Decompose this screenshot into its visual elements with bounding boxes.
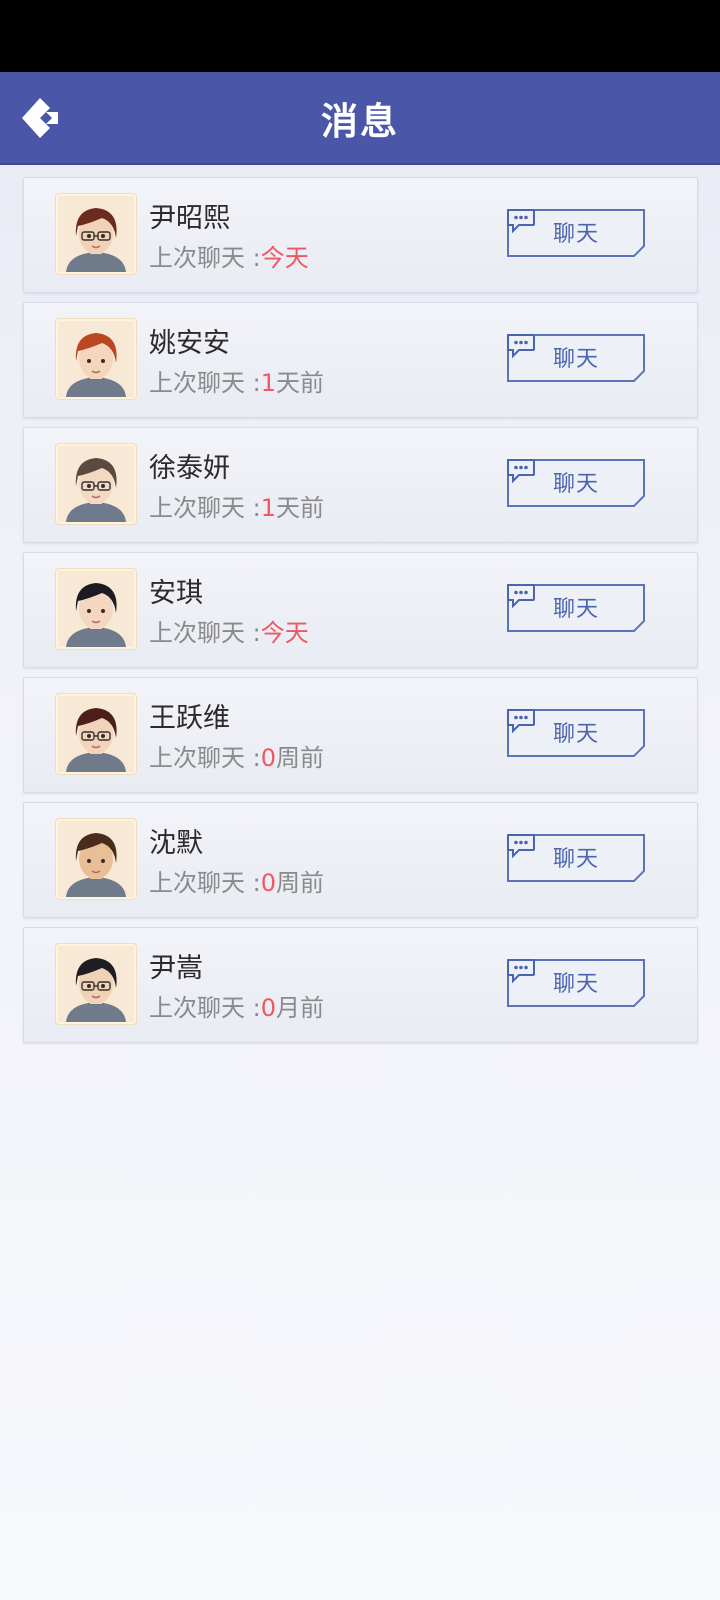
contact-name: 沈默 xyxy=(149,828,203,859)
chat-bubble-icon xyxy=(507,959,535,984)
last-chat-value: 0 xyxy=(260,744,276,772)
chat-bubble-icon xyxy=(507,334,535,359)
avatar xyxy=(56,444,136,524)
status-bar xyxy=(0,0,720,72)
contact-item[interactable]: 姚安安 上次聊天 :1天前 聊天 xyxy=(23,302,698,418)
last-chat-label: 上次聊天 : xyxy=(149,744,261,772)
chat-button-label: 聊天 xyxy=(552,222,599,247)
last-chat-text: 上次聊天 :1天前 xyxy=(149,363,324,398)
last-chat-text: 上次聊天 :0月前 xyxy=(149,988,324,1023)
last-chat-unit: 周前 xyxy=(276,869,324,897)
chat-button[interactable]: 聊天 xyxy=(506,958,646,1008)
last-chat-unit: 月前 xyxy=(276,994,324,1022)
top-bar: 消息 xyxy=(0,72,720,165)
last-chat-text: 上次聊天 :1天前 xyxy=(149,488,324,523)
chat-button-label: 聊天 xyxy=(552,972,599,997)
avatar xyxy=(56,819,136,899)
chat-bubble-icon xyxy=(507,584,535,609)
back-arrow-icon xyxy=(22,98,58,138)
last-chat-text: 上次聊天 :今天 xyxy=(149,238,309,273)
chat-button-content: 聊天 xyxy=(506,333,646,381)
chat-button-content: 聊天 xyxy=(506,958,646,1006)
chat-bubble-icon xyxy=(507,209,535,234)
chat-button-label: 聊天 xyxy=(552,847,599,872)
chat-button[interactable]: 聊天 xyxy=(506,458,646,508)
contact-name: 尹嵩 xyxy=(149,953,203,984)
page-title: 消息 xyxy=(321,99,399,143)
chat-button-label: 聊天 xyxy=(552,597,599,622)
contact-item[interactable]: 王跃维 上次聊天 :0周前 聊天 xyxy=(23,677,698,793)
contact-name: 姚安安 xyxy=(149,328,230,359)
contact-item[interactable]: 徐泰妍 上次聊天 :1天前 聊天 xyxy=(23,427,698,543)
chat-bubble-icon xyxy=(507,709,535,734)
last-chat-label: 上次聊天 : xyxy=(149,494,261,522)
contact-list: 尹昭熙 上次聊天 :今天 聊天 姚安安 上次聊天 :1天前 聊天 徐泰妍 上次聊… xyxy=(23,177,698,1052)
contact-item[interactable]: 安琪 上次聊天 :今天 聊天 xyxy=(23,552,698,668)
back-button[interactable] xyxy=(16,94,64,142)
contact-name: 尹昭熙 xyxy=(149,203,230,234)
chat-button[interactable]: 聊天 xyxy=(506,833,646,883)
chat-button-content: 聊天 xyxy=(506,458,646,506)
chat-bubble-icon xyxy=(507,459,535,484)
contact-name: 徐泰妍 xyxy=(149,453,230,484)
chat-button-content: 聊天 xyxy=(506,208,646,256)
last-chat-unit: 天前 xyxy=(276,369,324,397)
contact-item[interactable]: 尹嵩 上次聊天 :0月前 聊天 xyxy=(23,927,698,1043)
contact-name: 王跃维 xyxy=(149,703,230,734)
last-chat-text: 上次聊天 :0周前 xyxy=(149,863,324,898)
last-chat-text: 上次聊天 :0周前 xyxy=(149,738,324,773)
last-chat-value: 1 xyxy=(260,369,276,397)
last-chat-unit: 周前 xyxy=(276,744,324,772)
chat-button-label: 聊天 xyxy=(552,722,599,747)
last-chat-unit: 天前 xyxy=(276,494,324,522)
last-chat-label: 上次聊天 : xyxy=(149,869,261,897)
chat-bubble-icon xyxy=(507,834,535,859)
avatar xyxy=(56,319,136,399)
chat-button[interactable]: 聊天 xyxy=(506,333,646,383)
contact-name: 安琪 xyxy=(149,578,203,609)
last-chat-value: 0 xyxy=(260,994,276,1022)
chat-button-label: 聊天 xyxy=(552,472,599,497)
last-chat-label: 上次聊天 : xyxy=(149,244,261,272)
chat-button-content: 聊天 xyxy=(506,833,646,881)
chat-button[interactable]: 聊天 xyxy=(506,583,646,633)
last-chat-value: 1 xyxy=(260,494,276,522)
last-chat-value: 0 xyxy=(260,869,276,897)
contact-item[interactable]: 沈默 上次聊天 :0周前 聊天 xyxy=(23,802,698,918)
avatar xyxy=(56,194,136,274)
chat-button-content: 聊天 xyxy=(506,708,646,756)
last-chat-label: 上次聊天 : xyxy=(149,619,261,647)
contact-item[interactable]: 尹昭熙 上次聊天 :今天 聊天 xyxy=(23,177,698,293)
last-chat-value: 今天 xyxy=(260,244,309,272)
last-chat-label: 上次聊天 : xyxy=(149,369,261,397)
avatar xyxy=(56,694,136,774)
chat-button-content: 聊天 xyxy=(506,583,646,631)
last-chat-label: 上次聊天 : xyxy=(149,994,261,1022)
chat-button[interactable]: 聊天 xyxy=(506,708,646,758)
avatar xyxy=(56,569,136,649)
chat-button-label: 聊天 xyxy=(552,347,599,372)
avatar xyxy=(56,944,136,1024)
last-chat-text: 上次聊天 :今天 xyxy=(149,613,309,648)
chat-button[interactable]: 聊天 xyxy=(506,208,646,258)
last-chat-value: 今天 xyxy=(260,619,309,647)
